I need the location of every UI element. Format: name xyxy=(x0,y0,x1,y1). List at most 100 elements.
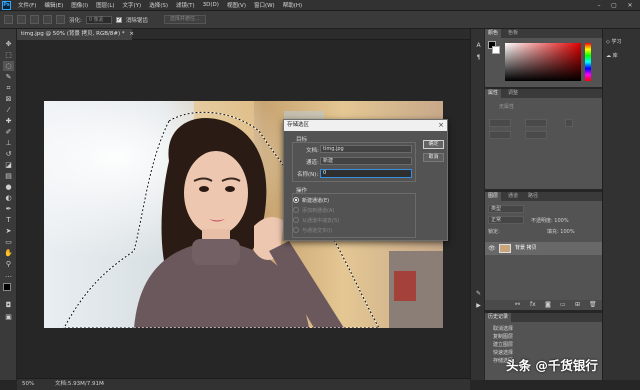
foreground-color-swatch[interactable] xyxy=(3,283,11,291)
menu-select[interactable]: 选择(S) xyxy=(145,1,172,9)
menu-edit[interactable]: 编辑(E) xyxy=(40,1,67,9)
hand-tool-icon[interactable]: ✋ xyxy=(3,248,14,258)
healing-brush-tool-icon[interactable]: ✚ xyxy=(3,116,14,126)
minimize-button[interactable]: – xyxy=(592,0,606,11)
color-field[interactable] xyxy=(505,43,581,81)
antialias-checkbox[interactable]: ✓ xyxy=(115,16,122,23)
zoom-level[interactable]: 50% xyxy=(22,379,34,390)
history-item[interactable]: 建立图层 xyxy=(493,342,513,349)
channel-select[interactable]: 新建 xyxy=(320,157,412,165)
new-layer-icon[interactable]: ⊞ xyxy=(575,301,580,308)
maximize-button[interactable]: ▢ xyxy=(607,0,621,11)
learn-button[interactable]: ◇ 学习 xyxy=(606,37,621,47)
marquee-tool-icon[interactable]: ⬚ xyxy=(3,50,14,60)
path-selection-tool-icon[interactable]: ➤ xyxy=(3,226,14,236)
tab-properties[interactable]: 属性 xyxy=(485,89,502,98)
new-channel-radio[interactable] xyxy=(293,197,299,203)
new-selection-icon[interactable] xyxy=(17,15,26,24)
history-brush-tool-icon[interactable]: ↺ xyxy=(3,149,14,159)
menu-view[interactable]: 视图(V) xyxy=(223,1,250,9)
dodge-tool-icon[interactable]: ◐ xyxy=(3,193,14,203)
document-tab-close-icon[interactable]: × xyxy=(129,31,134,37)
libraries-button[interactable]: ☁ 库 xyxy=(606,51,618,61)
menu-layer[interactable]: 图层(L) xyxy=(92,1,118,9)
paragraph-panel-icon[interactable]: ¶ xyxy=(474,53,483,62)
brush-tool-icon[interactable]: ✐ xyxy=(3,127,14,137)
tab-color[interactable]: 颜色 xyxy=(485,29,502,38)
layer-row[interactable]: 👁 背景 拷贝 xyxy=(485,242,602,255)
tab-adjustments[interactable]: 调整 xyxy=(505,89,521,98)
character-panel-icon[interactable]: A xyxy=(474,41,483,50)
learn-label: 学习 xyxy=(611,39,622,45)
watermark-text: 头条 @千货银行 xyxy=(506,358,598,373)
close-window-button[interactable]: ✕ xyxy=(623,0,637,11)
document-tab[interactable]: timg.jpg @ 50% (背景 拷贝, RGB/8#) * × xyxy=(17,29,134,40)
eraser-tool-icon[interactable]: ◪ xyxy=(3,160,14,170)
rectangle-tool-icon[interactable]: ▭ xyxy=(3,237,14,247)
add-mask-icon[interactable]: ◙ xyxy=(545,301,551,308)
menu-file[interactable]: 文件(F) xyxy=(14,1,40,9)
menu-type[interactable]: 文字(Y) xyxy=(119,1,146,9)
document-select[interactable]: timg.jpg xyxy=(320,145,412,153)
layer-visibility-eye-icon[interactable]: 👁 xyxy=(488,245,496,252)
layer-filter-select[interactable]: 类型 xyxy=(488,205,524,213)
status-menu-arrow-icon[interactable]: › xyxy=(102,379,104,390)
document-tab-title: timg.jpg @ 50% (背景 拷贝, RGB/8#) * xyxy=(21,31,125,37)
tab-channels[interactable]: 通道 xyxy=(505,192,521,201)
brush-settings-icon[interactable]: ✎ xyxy=(474,289,483,298)
opacity-label[interactable]: 不透明度: 100% xyxy=(531,217,569,224)
type-tool-icon[interactable]: T xyxy=(3,215,14,225)
blend-mode-select[interactable]: 正常 xyxy=(488,216,524,224)
channel-label: 通道: xyxy=(306,160,319,166)
gradient-tool-icon[interactable]: ▤ xyxy=(3,171,14,181)
menu-help[interactable]: 帮助(H) xyxy=(279,1,306,9)
tab-layers[interactable]: 图层 xyxy=(485,192,502,201)
layer-style-icon[interactable]: fx xyxy=(530,301,536,308)
new-channel-label: 新建通道(E) xyxy=(302,198,330,204)
dialog-close-icon[interactable]: × xyxy=(438,120,444,131)
menu-image[interactable]: 图像(I) xyxy=(67,1,92,9)
tab-swatches[interactable]: 色板 xyxy=(505,29,521,38)
name-input[interactable]: 0 xyxy=(320,169,412,178)
screen-mode-icon[interactable]: ▣ xyxy=(3,312,14,322)
tab-paths[interactable]: 路径 xyxy=(525,192,541,201)
new-group-icon[interactable]: ▭ xyxy=(560,301,566,308)
subtract-channel-radio xyxy=(293,217,299,223)
delete-layer-icon[interactable]: 🗑 xyxy=(589,301,597,308)
lasso-tool-preset-icon[interactable] xyxy=(4,15,13,24)
feather-input[interactable]: 0 像素 xyxy=(85,15,112,24)
lasso-tool-icon[interactable]: ◌ xyxy=(3,61,14,71)
fill-label[interactable]: 填充: 100% xyxy=(547,228,575,235)
frame-tool-icon[interactable]: ⊠ xyxy=(3,94,14,104)
add-to-selection-icon[interactable] xyxy=(30,15,39,24)
clone-stamp-tool-icon[interactable]: ⊥ xyxy=(3,138,14,148)
history-item[interactable]: 复制图层 xyxy=(493,334,513,341)
pen-tool-icon[interactable]: ✒ xyxy=(3,204,14,214)
panel-icon-dock: A ¶ ✎ ▶ xyxy=(470,29,484,380)
layer-name[interactable]: 背景 拷贝 xyxy=(515,242,537,255)
menu-window[interactable]: 窗口(W) xyxy=(250,1,279,9)
history-item[interactable]: 取消选择 xyxy=(493,326,513,333)
properties-panel-tabs: 属性 调整 xyxy=(485,89,602,98)
quick-mask-icon[interactable]: ◘ xyxy=(3,300,14,310)
menu-filter[interactable]: 滤镜(T) xyxy=(172,1,199,9)
y-field xyxy=(525,131,547,139)
menu-3d[interactable]: 3D(D) xyxy=(199,2,223,8)
tab-history[interactable]: 历史记录 xyxy=(485,313,512,322)
quick-select-tool-icon[interactable]: ✎ xyxy=(3,72,14,82)
eyedropper-tool-icon[interactable]: ⁄ xyxy=(3,105,14,115)
background-swatch[interactable] xyxy=(492,46,500,54)
select-and-mask-button[interactable]: 选择并遮住... xyxy=(163,15,206,24)
actions-panel-icon[interactable]: ▶ xyxy=(474,301,483,310)
cancel-button[interactable]: 取消 xyxy=(423,153,444,162)
hue-slider[interactable] xyxy=(585,43,591,81)
crop-tool-icon[interactable]: ⌗ xyxy=(3,83,14,93)
zoom-tool-icon[interactable]: ⚲ xyxy=(3,259,14,269)
ok-button[interactable]: 确定 xyxy=(423,140,444,149)
blur-tool-icon[interactable]: ● xyxy=(3,182,14,192)
intersect-selection-icon[interactable] xyxy=(56,15,65,24)
link-layers-icon[interactable]: ⚯ xyxy=(515,301,520,308)
subtract-from-selection-icon[interactable] xyxy=(43,15,52,24)
move-tool-icon[interactable]: ✥ xyxy=(3,39,14,49)
more-tools-icon[interactable]: … xyxy=(3,270,14,280)
